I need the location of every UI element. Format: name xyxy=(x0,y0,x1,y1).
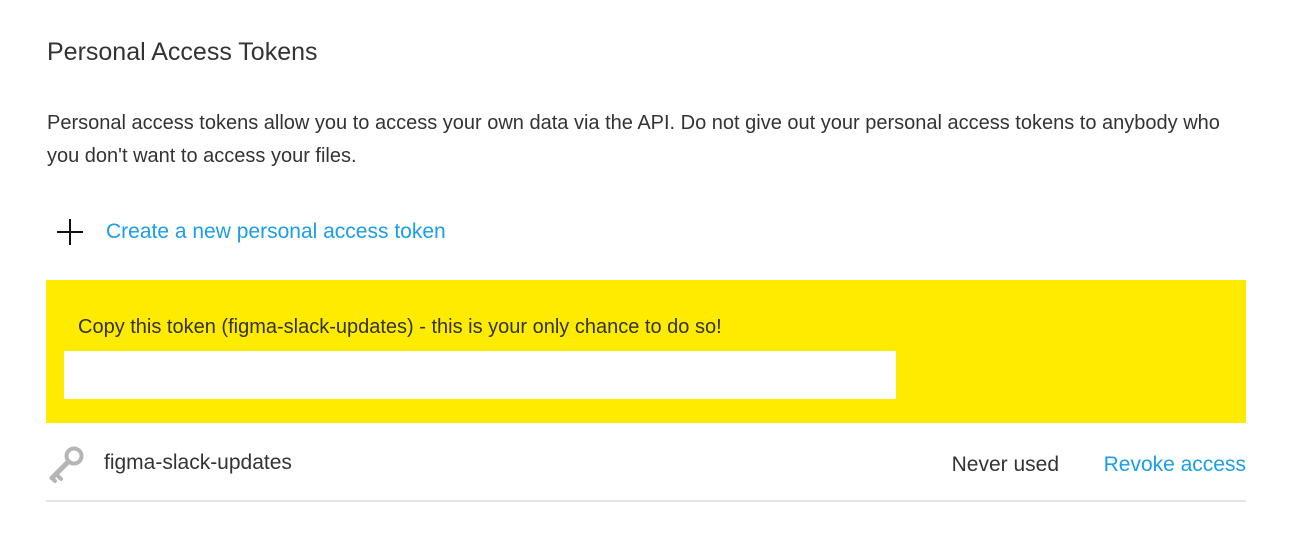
page-title: Personal Access Tokens xyxy=(47,38,318,66)
notice-message: Copy this token (figma-slack-updates) - … xyxy=(78,316,722,338)
create-token-row[interactable]: Create a new personal access token xyxy=(56,216,446,248)
token-value-field[interactable] xyxy=(64,351,896,399)
create-token-link[interactable]: Create a new personal access token xyxy=(106,220,446,244)
plus-icon[interactable] xyxy=(56,218,84,246)
section-description: Personal access tokens allow you to acce… xyxy=(47,112,1220,167)
key-icon xyxy=(46,445,90,485)
token-name: figma-slack-updates xyxy=(104,451,292,474)
token-row: figma-slack-updates Never used Revoke ac… xyxy=(46,425,1246,502)
revoke-access-link[interactable]: Revoke access xyxy=(1104,453,1246,477)
personal-access-tokens-page: Personal Access Tokens Personal access t… xyxy=(0,0,1302,560)
token-status: Never used xyxy=(951,453,1059,476)
new-token-notice: Copy this token (figma-slack-updates) - … xyxy=(46,280,1246,423)
